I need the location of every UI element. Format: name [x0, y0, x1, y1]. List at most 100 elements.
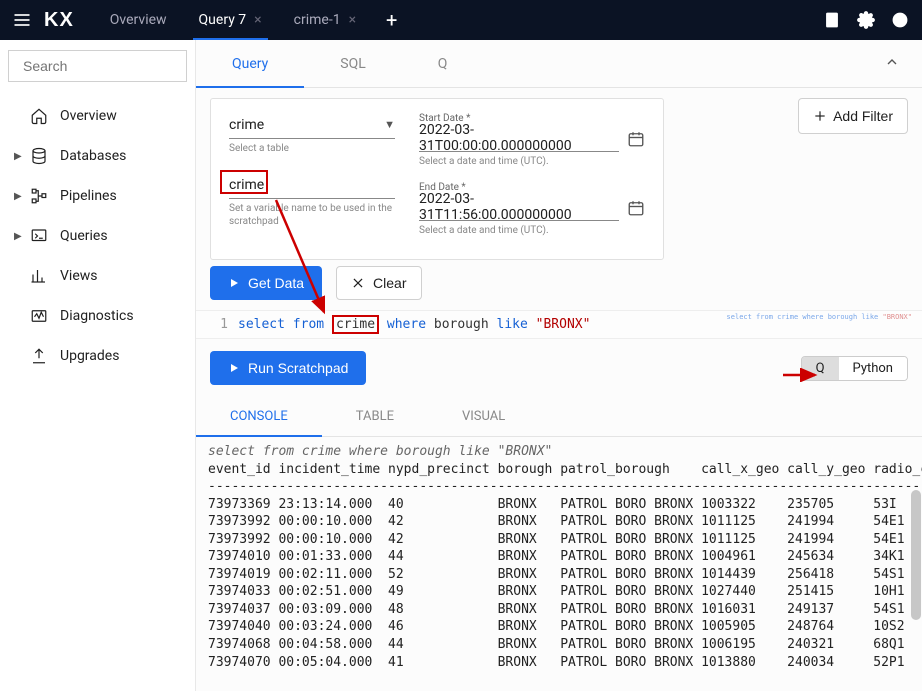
nav-label: Queries: [60, 228, 108, 244]
sidebar-item-queries[interactable]: ▶ Queries: [8, 216, 187, 256]
get-data-button[interactable]: Get Data: [210, 266, 322, 300]
nav-label: Diagnostics: [60, 308, 134, 324]
start-date-input[interactable]: 2022-03-31T00:00:00.000000000: [419, 126, 619, 152]
chevron-right-icon: ▶: [14, 191, 26, 202]
close-icon: [351, 276, 365, 290]
code-table-token: crime: [332, 315, 379, 334]
search-box[interactable]: [8, 50, 187, 82]
sidebar-item-upgrades[interactable]: Upgrades: [8, 336, 187, 376]
clear-button[interactable]: Clear: [336, 266, 421, 300]
views-icon: [30, 267, 48, 285]
end-date-input[interactable]: 2022-03-31T11:56:00.000000000: [419, 195, 619, 221]
otab-visual[interactable]: VISUAL: [428, 397, 539, 436]
start-date-helper: Select a date and time (UTC).: [419, 155, 645, 168]
upload-icon: [30, 347, 48, 365]
console-header: event_id incident_time nypd_precinct bor…: [208, 462, 922, 477]
console-divider: ----------------------------------------…: [208, 479, 922, 494]
tab-query7[interactable]: Query 7 ×: [183, 0, 278, 40]
console-row: 73973992 00:00:10.000 42 BRONX PATROL BO…: [208, 514, 905, 529]
collapse-panel-button[interactable]: [878, 48, 906, 80]
lang-python[interactable]: Python: [839, 357, 907, 380]
add-filter-button[interactable]: Add Filter: [798, 98, 908, 134]
console-row: 73974010 00:01:33.000 44 BRONX PATROL BO…: [208, 549, 905, 564]
tab-crime1[interactable]: crime-1 ×: [278, 0, 372, 40]
get-data-label: Get Data: [248, 275, 304, 291]
sidebar-item-databases[interactable]: ▶ Databases: [8, 136, 187, 176]
tab-overview[interactable]: Overview: [94, 0, 183, 40]
play-icon: [228, 362, 240, 374]
console-row: 73974040 00:03:24.000 46 BRONX PATROL BO…: [208, 619, 905, 634]
console-row: 73974019 00:02:11.000 52 BRONX PATROL BO…: [208, 567, 905, 582]
clear-label: Clear: [373, 275, 406, 291]
close-icon[interactable]: ×: [349, 12, 356, 28]
add-filter-label: Add Filter: [833, 108, 893, 124]
console-row: 73974033 00:02:51.000 49 BRONX PATROL BO…: [208, 584, 905, 599]
console-row: 73974068 00:04:58.000 44 BRONX PATROL BO…: [208, 637, 905, 652]
nav-label: Databases: [60, 148, 126, 164]
gear-icon[interactable]: [852, 6, 880, 34]
otab-table[interactable]: TABLE: [322, 397, 428, 436]
calendar-icon[interactable]: [627, 130, 645, 148]
tab-label: crime-1: [294, 12, 341, 28]
query-type-tabs: Query SQL Q: [196, 40, 922, 88]
menu-toggle[interactable]: [8, 6, 36, 34]
close-icon[interactable]: ×: [254, 12, 261, 28]
output-tabs: CONSOLE TABLE VISUAL: [196, 397, 922, 437]
chevron-right-icon: ▶: [14, 231, 26, 242]
table-select-helper: Select a table: [229, 142, 395, 155]
query-form-card: crime ▼ Select a table crime Set a varia…: [210, 98, 664, 260]
tab-label: Overview: [110, 12, 167, 28]
sidebar-item-pipelines[interactable]: ▶ Pipelines: [8, 176, 187, 216]
document-icon[interactable]: [818, 6, 846, 34]
nav-label: Upgrades: [60, 348, 119, 364]
line-number: 1: [210, 317, 228, 332]
topbar-tabs: Overview Query 7 × crime-1 × +: [94, 0, 412, 40]
run-scratchpad-label: Run Scratchpad: [248, 360, 348, 376]
code-line: select from crime where borough like "BR…: [238, 317, 590, 332]
language-toggle: Q Python: [801, 356, 908, 381]
sidebar-item-views[interactable]: Views: [8, 256, 187, 296]
chevron-right-icon: ▶: [14, 151, 26, 162]
sidebar: Overview ▶ Databases ▶ Pipelines ▶ Queri…: [0, 40, 196, 691]
tab-label: Query 7: [199, 12, 247, 28]
code-editor[interactable]: 1 select from crime where borough like "…: [196, 310, 922, 339]
console-echo: select from crime where borough like "BR…: [208, 444, 552, 459]
add-tab-button[interactable]: +: [372, 0, 411, 40]
qtab-sql[interactable]: SQL: [304, 40, 401, 87]
console-row: 73974070 00:05:04.000 41 BRONX PATROL BO…: [208, 655, 905, 670]
database-icon: [30, 147, 48, 165]
lang-q[interactable]: Q: [802, 357, 839, 380]
sidebar-item-diagnostics[interactable]: Diagnostics: [8, 296, 187, 336]
nav-label: Views: [60, 268, 98, 284]
play-icon: [228, 277, 240, 289]
console-row: 73973369 23:13:14.000 40 BRONX PATROL BO…: [208, 497, 897, 512]
start-date-value: 2022-03-31T00:00:00.000000000: [419, 122, 619, 154]
scrollbar-thumb[interactable]: [911, 490, 921, 620]
add-filter-wrap: Add Filter: [798, 98, 908, 134]
nav-label: Pipelines: [60, 188, 117, 204]
run-scratchpad-button[interactable]: Run Scratchpad: [210, 351, 366, 385]
minimap: select from crime where borough like "BR…: [727, 313, 912, 321]
variable-name-helper: Set a variable name to be used in the sc…: [229, 202, 395, 228]
chevron-down-icon: ▼: [384, 118, 395, 131]
qtab-query[interactable]: Query: [196, 40, 304, 87]
variable-name-input[interactable]: crime: [229, 173, 395, 199]
otab-console[interactable]: CONSOLE: [196, 397, 322, 436]
sidebar-item-overview[interactable]: Overview: [8, 96, 187, 136]
nav-label: Overview: [60, 108, 117, 124]
info-icon[interactable]: [886, 6, 914, 34]
table-select[interactable]: crime ▼: [229, 113, 395, 139]
chevron-up-icon: [884, 54, 900, 70]
qtab-q[interactable]: Q: [402, 40, 484, 87]
calendar-icon[interactable]: [627, 199, 645, 217]
end-date-value: 2022-03-31T11:56:00.000000000: [419, 191, 619, 223]
logo: KX: [44, 9, 74, 32]
search-input[interactable]: [23, 58, 204, 74]
end-date-helper: Select a date and time (UTC).: [419, 224, 645, 237]
plus-icon: [813, 109, 827, 123]
console-row: 73973992 00:00:10.000 42 BRONX PATROL BO…: [208, 532, 905, 547]
variable-name-value: crime: [229, 177, 395, 193]
pipeline-icon: [30, 187, 48, 205]
home-icon: [30, 107, 48, 125]
table-select-value: crime: [229, 117, 384, 133]
